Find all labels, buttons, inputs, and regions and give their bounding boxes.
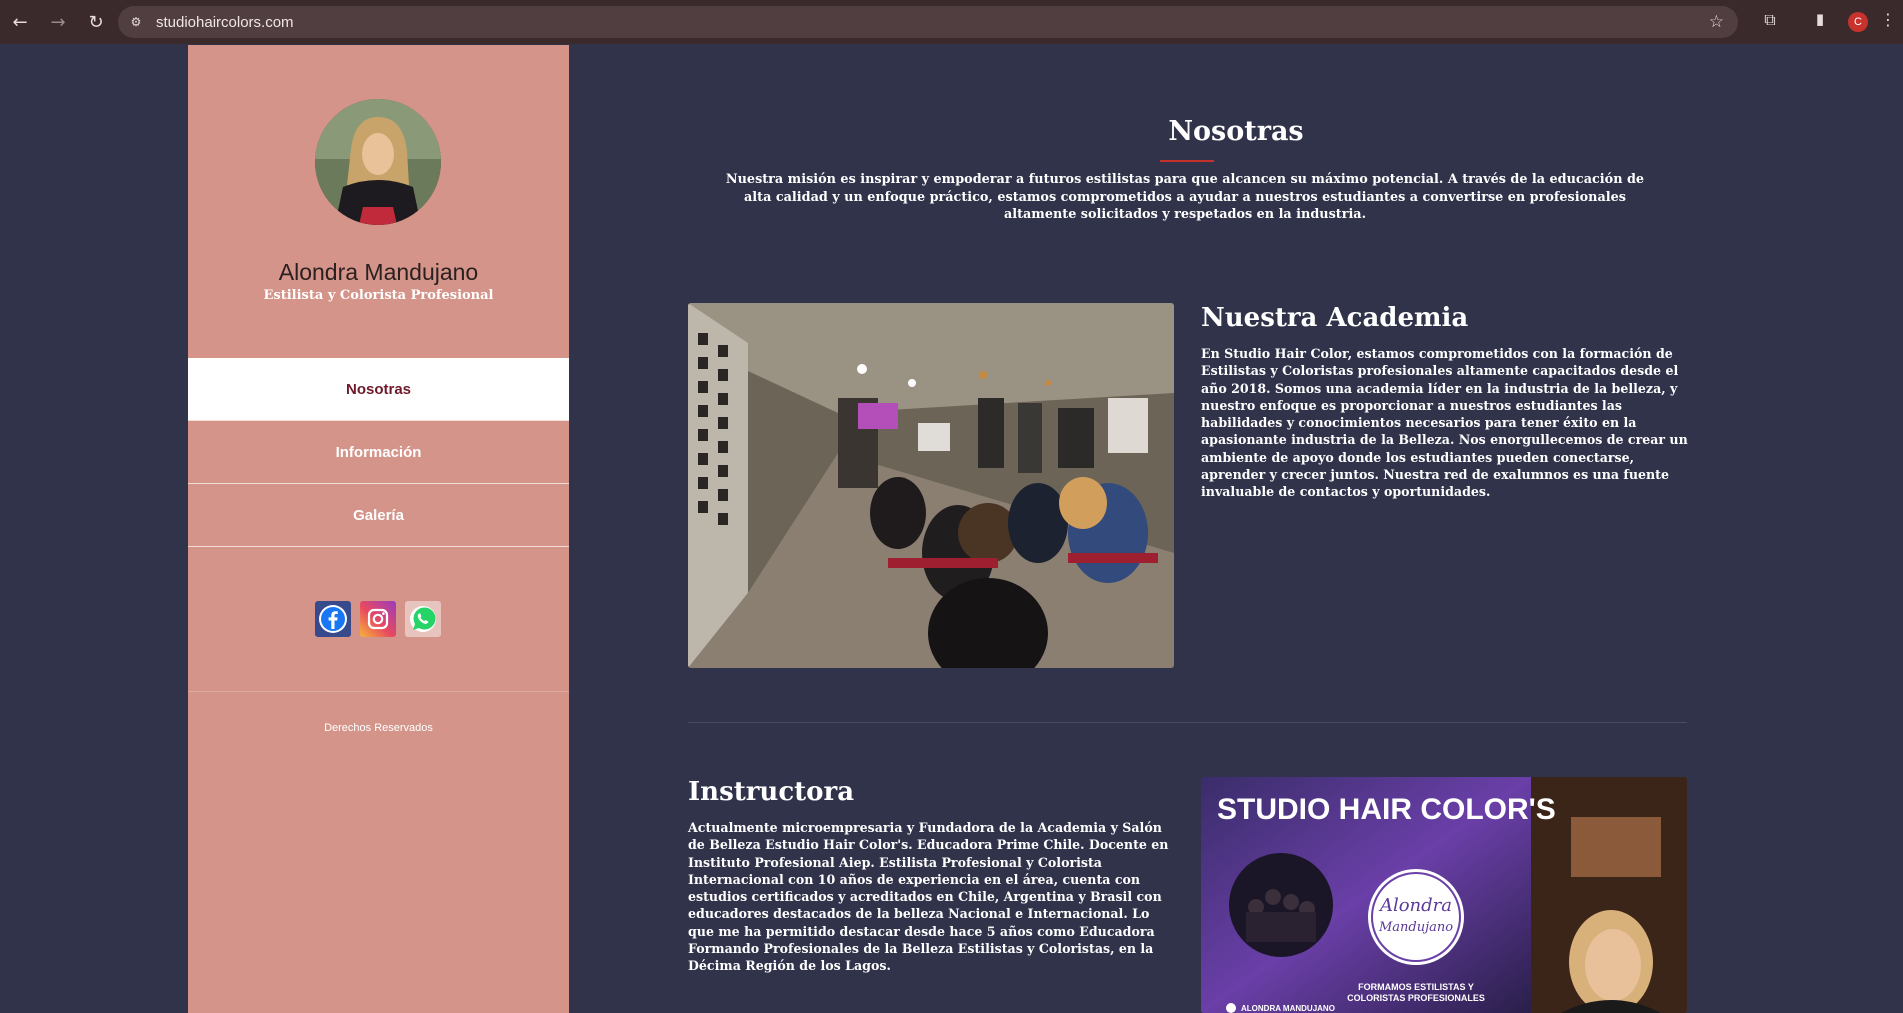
more-menu-icon[interactable]: ⋮ <box>1878 10 1898 34</box>
banner-headline: STUDIO HAIR COLOR'S <box>1217 793 1556 826</box>
nav-item-nosotras[interactable]: Nosotras <box>188 358 569 421</box>
whatsapp-icon[interactable] <box>405 601 441 637</box>
profile-photo <box>315 99 441 225</box>
sidebar: Alondra Mandujano Estilista y Colorista … <box>188 45 569 1013</box>
academy-description: En Studio Hair Color, estamos comprometi… <box>1201 346 1688 500</box>
browser-toolbar: ← → ↻ ⚙ studiohaircolors.com ☆ ⧉ ▮ C ⋮ <box>0 0 1903 44</box>
facebook-icon[interactable] <box>315 601 351 637</box>
instructor-description: Actualmente microempresaria y Fundadora … <box>688 820 1169 974</box>
address-bar[interactable]: ⚙ studiohaircolors.com ☆ <box>118 6 1738 38</box>
section-divider <box>688 722 1687 723</box>
banner-tagline-1: FORMAMOS ESTILISTAS Y <box>1358 982 1474 992</box>
social-links <box>315 601 441 637</box>
banner-tagline-2: COLORISTAS PROFESIONALES <box>1347 993 1485 1003</box>
site-settings-icon[interactable]: ⚙ <box>128 14 144 30</box>
nav-item-informacion[interactable]: Información <box>188 421 569 484</box>
instructor-heading: Instructora <box>688 777 855 807</box>
page-title: Nosotras <box>1168 116 1304 147</box>
sidebar-divider <box>188 691 569 692</box>
academy-heading: Nuestra Academia <box>1201 303 1469 333</box>
academy-classroom-photo <box>688 303 1174 668</box>
profile-role: Estilista y Colorista Profesional <box>263 288 494 303</box>
instructor-banner-photo: STUDIO HAIR COLOR'S Alondra Mandujano FO… <box>1201 777 1687 1013</box>
copyright-text: Derechos Reservados <box>324 722 433 734</box>
side-panel-icon[interactable]: ▮ <box>1808 10 1832 34</box>
bookmark-star-icon[interactable]: ☆ <box>1709 12 1724 32</box>
extensions-icon[interactable]: ⧉ <box>1758 10 1782 34</box>
mission-statement: Nuestra misión es inspirar y empoderar a… <box>725 172 1645 222</box>
profile-name: Alondra Mandujano <box>278 259 479 285</box>
banner-facebook-icon <box>1226 1003 1236 1013</box>
back-arrow-icon[interactable]: ← <box>6 8 34 36</box>
reload-icon[interactable]: ↻ <box>82 8 110 36</box>
profile-avatar[interactable]: C <box>1848 12 1868 32</box>
banner-handle: ALONDRA MANDUJANO <box>1241 1004 1335 1013</box>
nav-item-galeria[interactable]: Galería <box>188 484 569 547</box>
banner-logo-line2: Mandujano <box>1378 920 1453 935</box>
forward-arrow-icon[interactable]: → <box>44 8 72 36</box>
sidebar-nav: Nosotras Información Galería <box>188 358 569 547</box>
title-underline <box>1160 160 1214 162</box>
banner-logo-line1: Alondra <box>1378 895 1452 916</box>
instagram-icon[interactable] <box>360 601 396 637</box>
url-text[interactable]: studiohaircolors.com <box>156 14 294 31</box>
